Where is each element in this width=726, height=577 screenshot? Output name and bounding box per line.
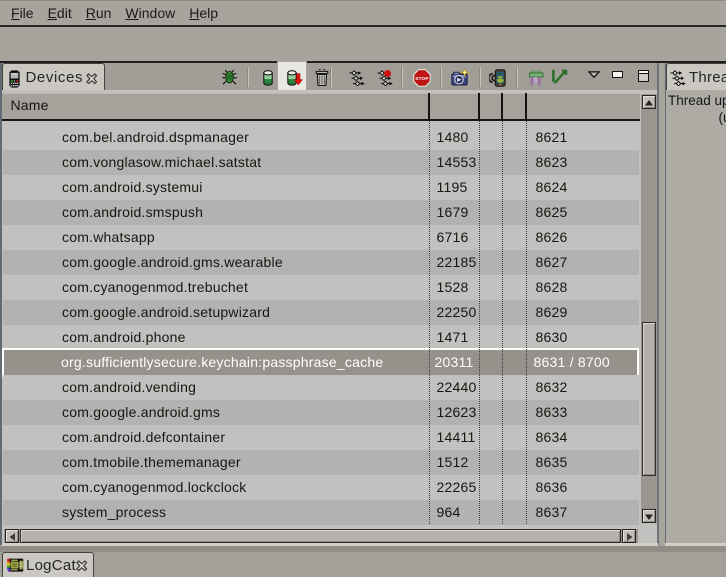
svg-text:STOP: STOP xyxy=(415,76,428,81)
